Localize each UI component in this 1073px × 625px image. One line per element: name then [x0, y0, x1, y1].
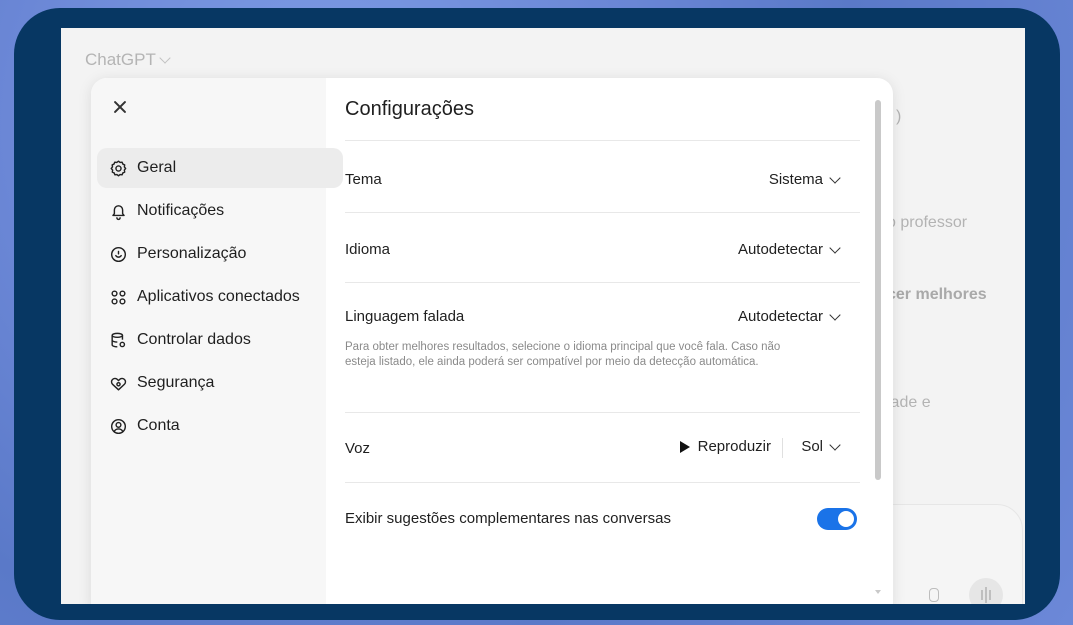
divider: [345, 412, 860, 413]
divider: [345, 212, 860, 213]
spoken-language-help: Para obter melhores resultados, selecion…: [345, 341, 781, 368]
theme-value: Sistema: [768, 171, 823, 188]
microphone-icon: [929, 588, 939, 602]
voice-dropdown[interactable]: Sol: [801, 438, 841, 455]
sidebar-item-aplicativos[interactable]: Aplicativos conectados: [97, 277, 343, 317]
settings-content: Configurações Tema Sistema Idioma Autode…: [345, 78, 861, 604]
divider: [345, 140, 860, 141]
account-icon: [110, 418, 127, 434]
background-text: cer melhores: [887, 286, 987, 303]
bell-icon: [112, 204, 125, 220]
sidebar-item-conta[interactable]: Conta: [97, 406, 343, 446]
suggestions-toggle[interactable]: [817, 508, 857, 530]
voice-value: Sol: [801, 438, 823, 455]
close-button[interactable]: [109, 96, 131, 118]
chevron-down-icon: [829, 171, 841, 184]
sidebar-item-seguranca[interactable]: Segurança: [97, 363, 343, 403]
app-screen: ChatGPT ) o professor cer melhores lade …: [61, 28, 1025, 604]
device-frame: ChatGPT ) o professor cer melhores lade …: [14, 8, 1060, 620]
sidebar-item-label: Segurança: [137, 374, 215, 391]
divider: [345, 482, 860, 483]
scrollbar[interactable]: [873, 94, 883, 594]
security-icon: [110, 377, 127, 391]
background-text: lade e: [887, 394, 931, 411]
settings-dialog: Geral Notificações Personalização Aplica…: [91, 78, 893, 604]
sidebar-item-label: Controlar dados: [137, 331, 251, 348]
background-text: ): [896, 108, 902, 125]
divider: [345, 282, 860, 283]
settings-title: Configurações: [345, 98, 474, 120]
sidebar-item-label: Conta: [137, 417, 180, 434]
sidebar-item-controlar-dados[interactable]: Controlar dados: [97, 320, 343, 360]
database-icon: [111, 332, 126, 348]
play-icon: [679, 440, 690, 453]
sidebar-item-label: Aplicativos conectados: [137, 288, 300, 305]
personalization-icon: [110, 246, 127, 262]
language-value: Autodetectar: [737, 241, 823, 258]
spoken-language-label: Linguagem falada: [345, 308, 465, 325]
chevron-down-icon: [159, 52, 171, 64]
sidebar-item-label: Personalização: [137, 245, 247, 262]
voice-label: Voz: [345, 440, 371, 457]
theme-dropdown[interactable]: Sistema: [768, 171, 841, 188]
app-model-selector[interactable]: ChatGPT: [85, 50, 171, 70]
suggestions-label: Exibir sugestões complementares nas conv…: [345, 510, 671, 527]
sidebar-item-label: Notificações: [137, 202, 225, 219]
spoken-language-value: Autodetectar: [737, 308, 823, 325]
play-voice-button[interactable]: Reproduzir: [679, 438, 771, 455]
settings-sidebar: Geral Notificações Personalização Aplica…: [91, 78, 343, 604]
play-label: Reproduzir: [697, 438, 771, 455]
language-dropdown[interactable]: Autodetectar: [737, 241, 841, 258]
gear-icon: [110, 160, 127, 176]
background-text: o professor: [887, 214, 968, 231]
chevron-down-icon: [829, 438, 841, 451]
separator: [782, 438, 783, 458]
app-title: ChatGPT: [85, 50, 156, 69]
sidebar-item-label: Geral: [137, 159, 177, 176]
apps-icon: [111, 289, 126, 305]
language-label: Idioma: [345, 241, 391, 258]
chevron-down-icon: [829, 308, 841, 321]
theme-label: Tema: [345, 171, 382, 188]
voice-mode-icon: [969, 578, 1003, 604]
sidebar-item-notificacoes[interactable]: Notificações: [97, 191, 343, 231]
spoken-language-dropdown[interactable]: Autodetectar: [737, 308, 841, 325]
scrollbar-thumb[interactable]: [875, 100, 881, 480]
sidebar-item-personalizacao[interactable]: Personalização: [97, 234, 343, 274]
toggle-knob: [838, 511, 854, 527]
scroll-down-arrow-icon[interactable]: [875, 590, 881, 594]
sidebar-item-geral[interactable]: Geral: [97, 148, 343, 188]
chevron-down-icon: [829, 241, 841, 254]
